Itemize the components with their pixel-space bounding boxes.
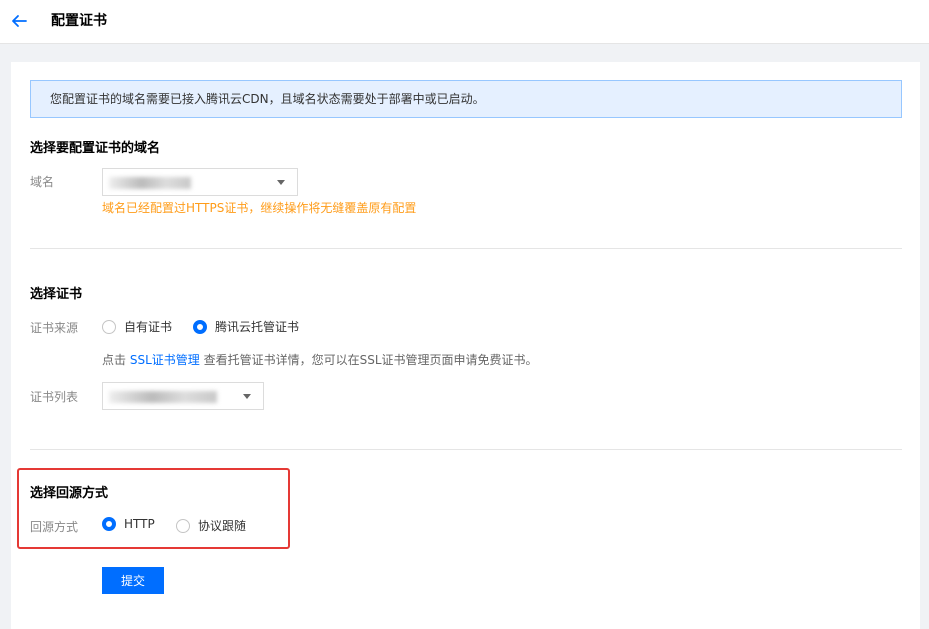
ssl-cert-management-link[interactable]: SSL证书管理 [130, 353, 200, 367]
info-notice: 您配置证书的域名需要已接入腾讯云CDN，且域名状态需要处于部署中或已启动。 [30, 80, 902, 118]
divider [30, 449, 902, 450]
arrow-left-icon[interactable] [10, 12, 28, 30]
hint-suffix: 查看托管证书详情，您可以在SSL证书管理页面申请免费证书。 [203, 353, 538, 367]
top-bar: 配置证书 [0, 0, 929, 44]
radio-circle[interactable] [193, 319, 207, 334]
radio-circle[interactable] [102, 319, 116, 334]
radio-label: 腾讯云托管证书 [215, 320, 300, 334]
cert-source-label: 证书来源 [30, 321, 79, 335]
radio-circle[interactable] [176, 518, 190, 533]
radio-own-cert[interactable]: 自有证书 [102, 318, 172, 335]
radio-tencent-cert[interactable]: 腾讯云托管证书 [193, 318, 299, 335]
radio-label: 自有证书 [124, 320, 173, 334]
chevron-down-icon [277, 180, 285, 185]
radio-label: HTTP [124, 517, 155, 531]
cert-section-title: 选择证书 [30, 287, 83, 302]
domain-warning: 域名已经配置过HTTPS证书，继续操作将无缝覆盖原有配置 [102, 201, 417, 215]
domain-section-title: 选择要配置证书的域名 [30, 141, 161, 156]
main-card: 您配置证书的域名需要已接入腾讯云CDN，且域名状态需要处于部署中或已启动。 选择… [11, 62, 920, 629]
origin-section-title: 选择回源方式 [30, 486, 109, 501]
cert-list-select-value [109, 391, 217, 403]
radio-circle[interactable] [102, 517, 116, 531]
domain-select-value [109, 177, 191, 189]
divider [30, 248, 902, 249]
domain-label: 域名 [30, 175, 55, 189]
radio-protocol-follow[interactable]: 协议跟随 [176, 517, 246, 534]
radio-http[interactable]: HTTP [102, 517, 155, 531]
cert-list-label: 证书列表 [30, 390, 79, 404]
submit-button[interactable]: 提交 [102, 567, 164, 594]
radio-label: 协议跟随 [198, 519, 247, 533]
highlight-box [17, 468, 290, 549]
page-title: 配置证书 [51, 13, 107, 29]
domain-select[interactable] [102, 168, 298, 196]
cert-list-select[interactable] [102, 382, 264, 410]
origin-label: 回源方式 [30, 520, 79, 534]
hint-prefix: 点击 [102, 353, 127, 367]
chevron-down-icon [243, 394, 251, 399]
cert-hint: 点击 SSL证书管理 查看托管证书详情，您可以在SSL证书管理页面申请免费证书。 [102, 351, 538, 368]
